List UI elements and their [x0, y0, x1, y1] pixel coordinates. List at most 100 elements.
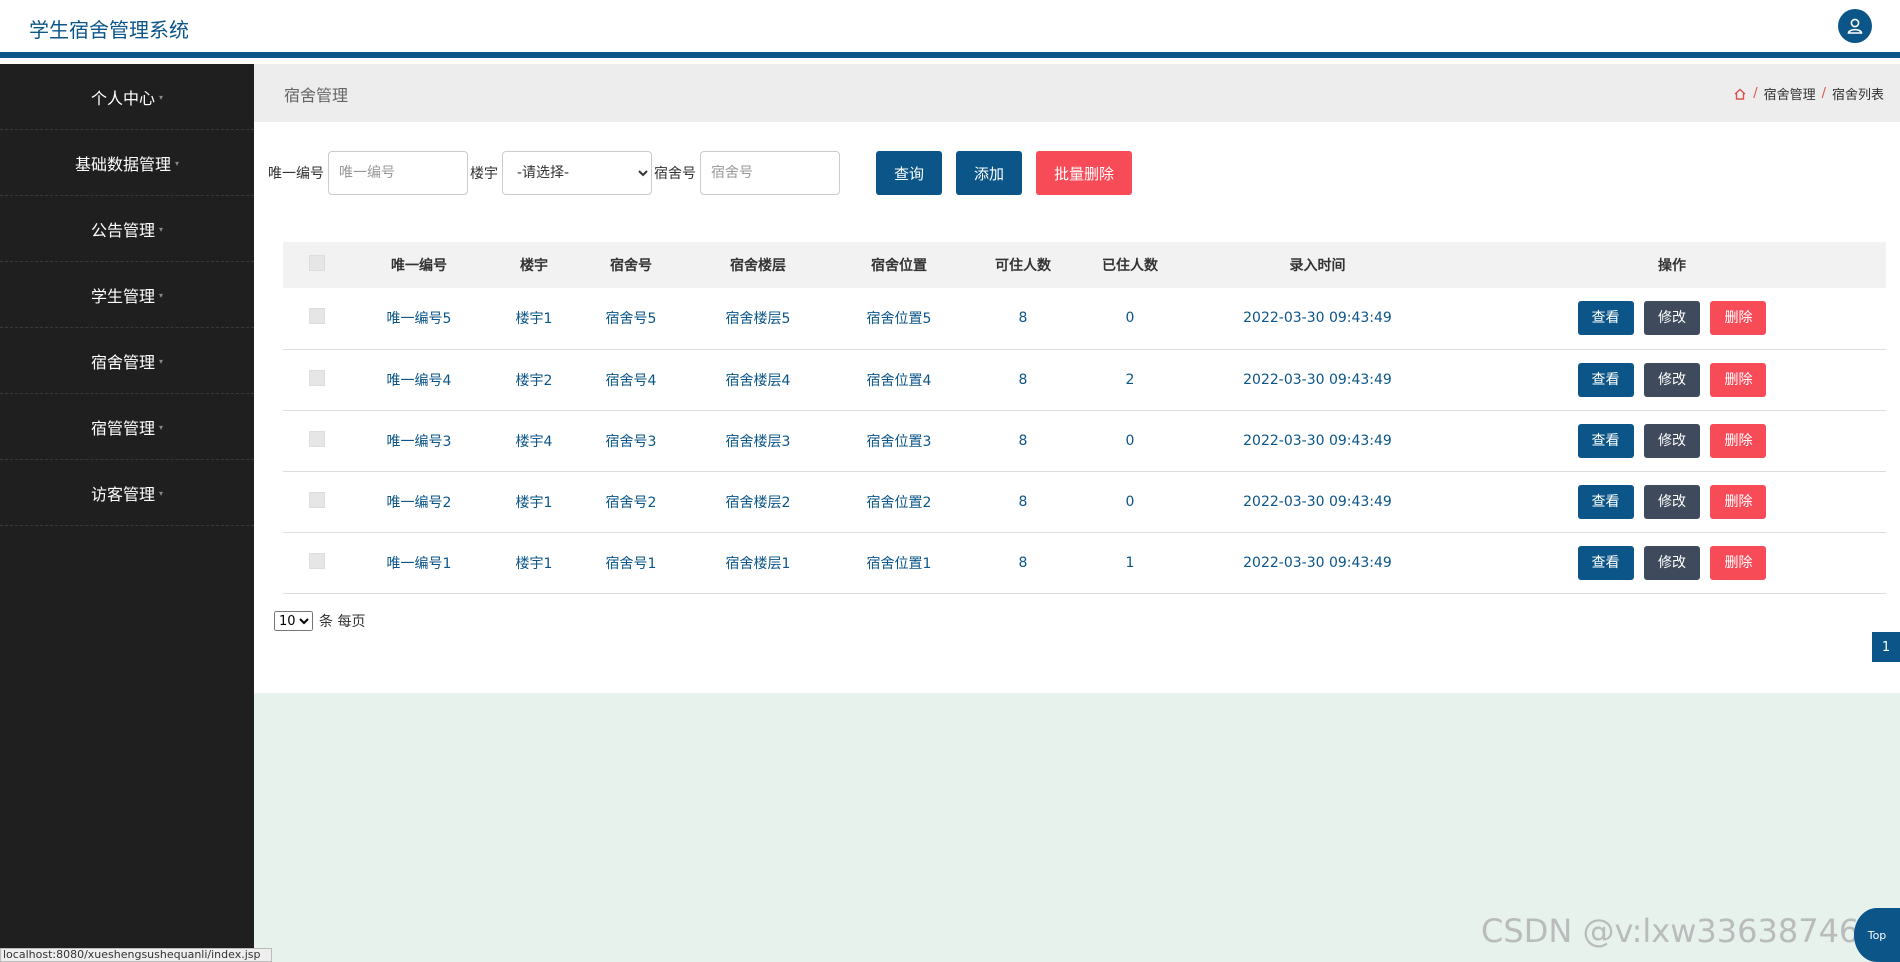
column-header: 宿舍位置: [871, 258, 927, 274]
cell-building: 楼宇2: [515, 372, 553, 389]
sidebar-item-dorm-managers[interactable]: 宿管管理 ▾: [0, 394, 254, 460]
room-label: 宿舍号: [654, 166, 696, 182]
table-row: 唯一编号2 楼宇1 宿舍号2 宿舍楼层2 宿舍位置2 8 0 2022-03-3…: [283, 471, 1886, 532]
cell-id: 唯一编号2: [386, 494, 452, 511]
table-header-row: 唯一编号 楼宇 宿舍号 宿舍楼层 宿舍位置 可住人数 已住人数 录入时间 操作: [283, 242, 1886, 288]
cell-capacity: 8: [1018, 432, 1028, 449]
edit-button[interactable]: 修改: [1644, 362, 1700, 397]
cell-actions: 查看 修改 删除: [1458, 349, 1886, 410]
table-row: 唯一编号1 楼宇1 宿舍号1 宿舍楼层1 宿舍位置1 8 1 2022-03-3…: [283, 532, 1886, 593]
caret-icon: ▾: [159, 225, 164, 234]
cell-actions: 查看 修改 删除: [1458, 471, 1886, 532]
cell-time: 2022-03-30 09:43:49: [1243, 554, 1392, 571]
sidebar: 个人中心 ▾ 基础数据管理 ▾ 公告管理 ▾ 学生管理 ▾ 宿舍管理 ▾ 宿管管…: [0, 64, 254, 962]
caret-icon: ▾: [159, 423, 164, 432]
page-size-select[interactable]: 10: [274, 611, 313, 631]
building-label: 楼宇: [470, 166, 498, 182]
view-button[interactable]: 查看: [1577, 362, 1634, 397]
dorm-table-wrap: 唯一编号 楼宇 宿舍号 宿舍楼层 宿舍位置 可住人数 已住人数 录入时间 操作 …: [283, 242, 1886, 594]
sidebar-item-personal-center[interactable]: 个人中心 ▾: [0, 64, 254, 130]
top-bar: 学生宿舍管理系统: [0, 0, 1900, 58]
query-button[interactable]: 查询: [876, 151, 943, 195]
add-button[interactable]: 添加: [956, 151, 1023, 195]
row-checkbox[interactable]: [309, 552, 325, 569]
column-header: 录入时间: [1289, 258, 1346, 274]
select-all-cell: [283, 242, 351, 288]
row-checkbox[interactable]: [309, 308, 325, 325]
cell-location: 宿舍位置3: [866, 433, 932, 450]
page-size-label: 条 每页: [319, 614, 366, 630]
edit-button[interactable]: 修改: [1644, 423, 1700, 458]
sidebar-item-label: 访客管理: [90, 484, 155, 504]
caret-icon: ▾: [175, 159, 180, 168]
column-header: 宿舍号: [610, 258, 652, 274]
sidebar-item-dormitories[interactable]: 宿舍管理 ▾: [0, 328, 254, 394]
sidebar-item-visitors[interactable]: 访客管理 ▾: [0, 460, 254, 526]
cell-location: 宿舍位置5: [866, 311, 932, 328]
cell-room: 宿舍号5: [605, 311, 657, 328]
id-search-input[interactable]: [328, 151, 468, 195]
select-all-checkbox[interactable]: [309, 255, 325, 271]
cell-floor: 宿舍楼层5: [725, 311, 791, 328]
batch-delete-button[interactable]: 批量删除: [1036, 151, 1133, 195]
delete-button[interactable]: 删除: [1710, 423, 1767, 458]
cell-id: 唯一编号1: [386, 555, 452, 572]
breadcrumb-item[interactable]: 宿舍管理: [1764, 84, 1816, 103]
sidebar-item-students[interactable]: 学生管理 ▾: [0, 262, 254, 328]
dorm-table: 唯一编号 楼宇 宿舍号 宿舍楼层 宿舍位置 可住人数 已住人数 录入时间 操作 …: [283, 242, 1886, 594]
building-select[interactable]: -请选择-: [502, 151, 652, 195]
browser-status-url: localhost:8080/xueshengsushequanli/index…: [0, 948, 272, 962]
cell-actions: 查看 修改 删除: [1458, 410, 1886, 471]
sidebar-item-basic-data[interactable]: 基础数据管理 ▾: [0, 130, 254, 196]
user-avatar[interactable]: [1838, 9, 1872, 43]
delete-button[interactable]: 删除: [1710, 484, 1767, 519]
edit-button[interactable]: 修改: [1644, 301, 1700, 336]
cell-time: 2022-03-30 09:43:49: [1243, 371, 1392, 388]
page-number-button[interactable]: 1: [1872, 632, 1900, 662]
view-button[interactable]: 查看: [1577, 423, 1634, 458]
edit-button[interactable]: 修改: [1644, 545, 1700, 580]
row-checkbox[interactable]: [309, 369, 325, 386]
view-button[interactable]: 查看: [1577, 301, 1634, 336]
cell-actions: 查看 修改 删除: [1458, 532, 1886, 593]
sidebar-item-announcements[interactable]: 公告管理 ▾: [0, 196, 254, 262]
view-button[interactable]: 查看: [1577, 545, 1634, 580]
user-icon: [1847, 18, 1863, 34]
caret-icon: ▾: [159, 93, 164, 102]
main-content: 宿舍管理 / 宿舍管理 / 宿舍列表 唯一编号 楼宇 -请选择- 宿舍号 查询 …: [254, 64, 1900, 962]
search-form: 唯一编号 楼宇 -请选择- 宿舍号 查询 添加 批量删除: [268, 150, 1133, 196]
row-checkbox[interactable]: [309, 491, 325, 508]
cell-occupied: 0: [1125, 310, 1135, 327]
watermark: CSDN @v:lxw3363874663: [1481, 912, 1900, 950]
cell-time: 2022-03-30 09:43:49: [1243, 493, 1392, 510]
sidebar-item-label: 个人中心: [90, 88, 155, 108]
home-icon[interactable]: [1733, 87, 1747, 101]
sidebar-item-label: 公告管理: [90, 220, 155, 240]
room-search-input[interactable]: [700, 151, 840, 195]
caret-icon: ▾: [159, 291, 164, 300]
back-to-top-button[interactable]: Top: [1854, 908, 1900, 962]
cell-id: 唯一编号3: [386, 433, 452, 450]
cell-id: 唯一编号5: [386, 311, 452, 328]
table-row: 唯一编号5 楼宇1 宿舍号5 宿舍楼层5 宿舍位置5 8 0 2022-03-3…: [283, 288, 1886, 349]
view-button[interactable]: 查看: [1577, 484, 1634, 519]
sidebar-item-label: 学生管理: [90, 286, 155, 306]
cell-occupied: 0: [1125, 493, 1135, 510]
edit-button[interactable]: 修改: [1644, 484, 1700, 519]
cell-occupied: 2: [1125, 371, 1135, 388]
app-title: 学生宿舍管理系统: [29, 18, 189, 42]
cell-capacity: 8: [1018, 493, 1028, 510]
page-header: 宿舍管理 / 宿舍管理 / 宿舍列表: [254, 64, 1900, 122]
sidebar-item-label: 宿舍管理: [90, 352, 155, 372]
cell-floor: 宿舍楼层4: [725, 372, 791, 389]
delete-button[interactable]: 删除: [1710, 362, 1767, 397]
row-checkbox[interactable]: [309, 430, 325, 447]
delete-button[interactable]: 删除: [1710, 545, 1767, 580]
cell-room: 宿舍号3: [605, 433, 657, 450]
cell-location: 宿舍位置1: [866, 555, 932, 572]
sidebar-item-label: 基础数据管理: [74, 154, 171, 174]
cell-floor: 宿舍楼层2: [725, 494, 791, 511]
cell-floor: 宿舍楼层1: [725, 555, 791, 572]
cell-room: 宿舍号4: [605, 372, 657, 389]
delete-button[interactable]: 删除: [1710, 301, 1767, 336]
